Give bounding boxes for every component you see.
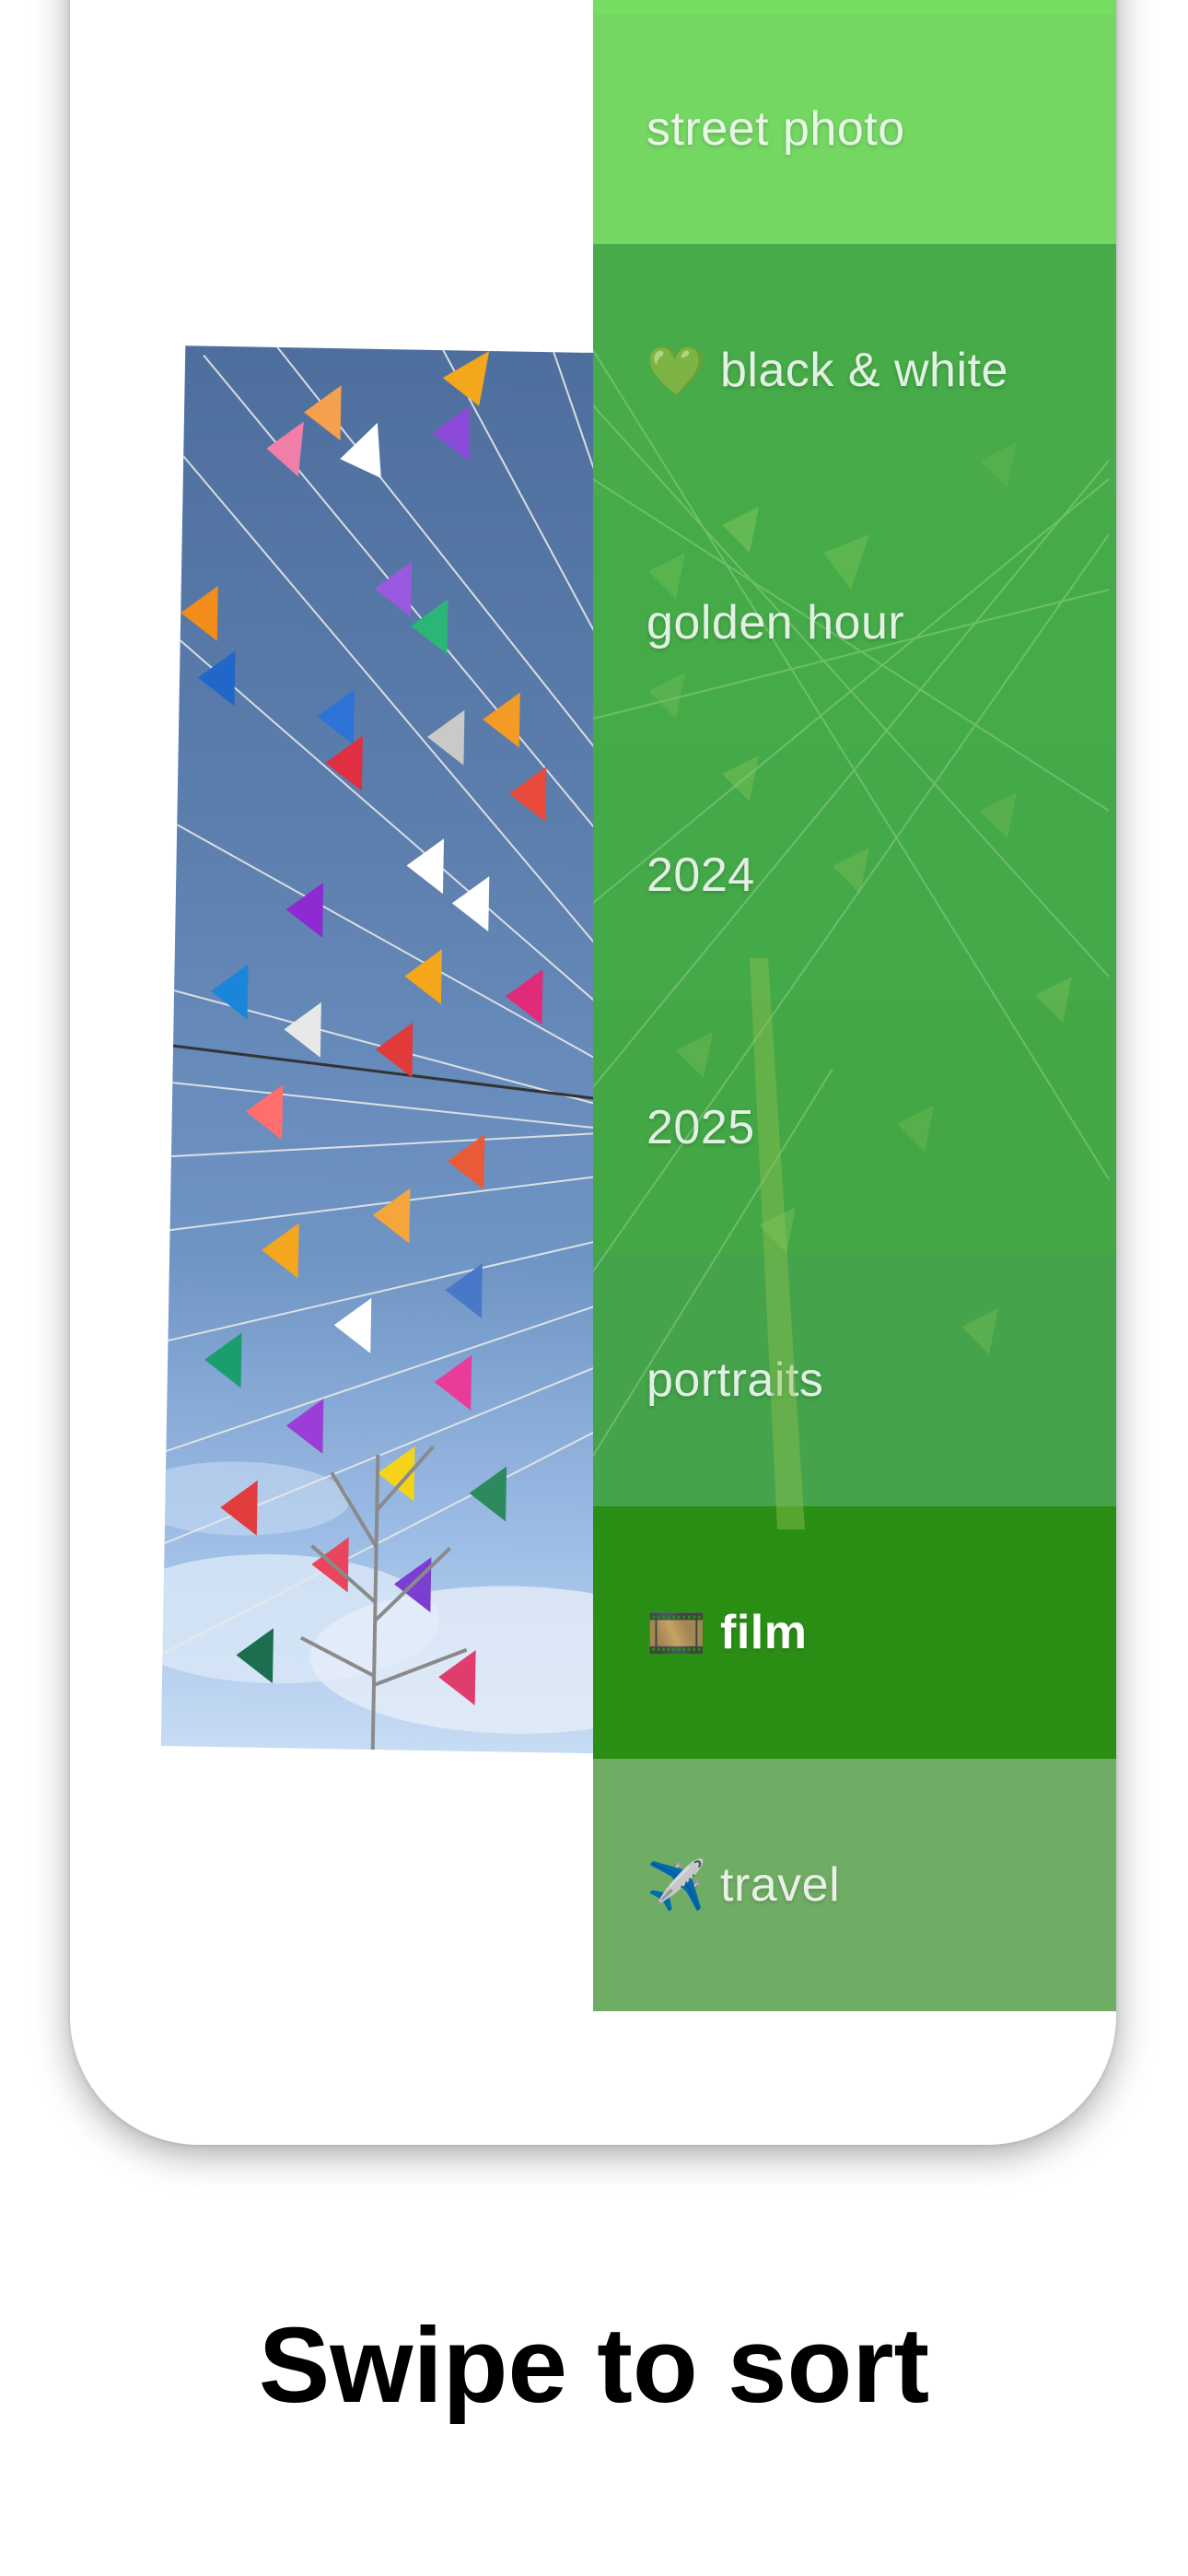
album-sort-panel: 🌅 sunsets street photo 💚 black & white g… — [593, 0, 1116, 2145]
album-label-travel: travel — [720, 1858, 841, 1912]
album-label-2024: 2024 — [646, 849, 755, 902]
app-preview-stage: 🌅 sunsets street photo 💚 black & white g… — [0, 0, 1188, 2576]
film-frames-icon: 🎞️ — [646, 1606, 706, 1660]
album-travel[interactable]: ✈️ travel — [593, 1759, 1116, 2011]
album-2025[interactable]: 2025 — [593, 1001, 1116, 1254]
album-golden-hour[interactable]: golden hour — [593, 497, 1116, 749]
album-label-2025: 2025 — [646, 1101, 755, 1154]
green-heart-icon: 💚 — [646, 344, 706, 398]
album-label-film: film — [720, 1606, 808, 1659]
album-label-black-white: black & white — [720, 344, 1008, 397]
album-portraits[interactable]: portraits — [593, 1254, 1116, 1506]
album-2024[interactable]: 2024 — [593, 749, 1116, 1001]
album-street-photo[interactable]: street photo — [593, 14, 1116, 244]
album-label-street-photo: street photo — [646, 102, 905, 156]
marketing-caption: Swipe to sort — [258, 2305, 930, 2425]
phone-screen: 🌅 sunsets street photo 💚 black & white g… — [70, 0, 1116, 2145]
airplane-icon: ✈️ — [646, 1858, 706, 1913]
album-black-white[interactable]: 💚 black & white — [593, 244, 1116, 497]
album-label-golden-hour: golden hour — [646, 596, 905, 650]
album-film[interactable]: 🎞️ film — [593, 1506, 1116, 1759]
album-label-portraits: portraits — [646, 1353, 824, 1407]
